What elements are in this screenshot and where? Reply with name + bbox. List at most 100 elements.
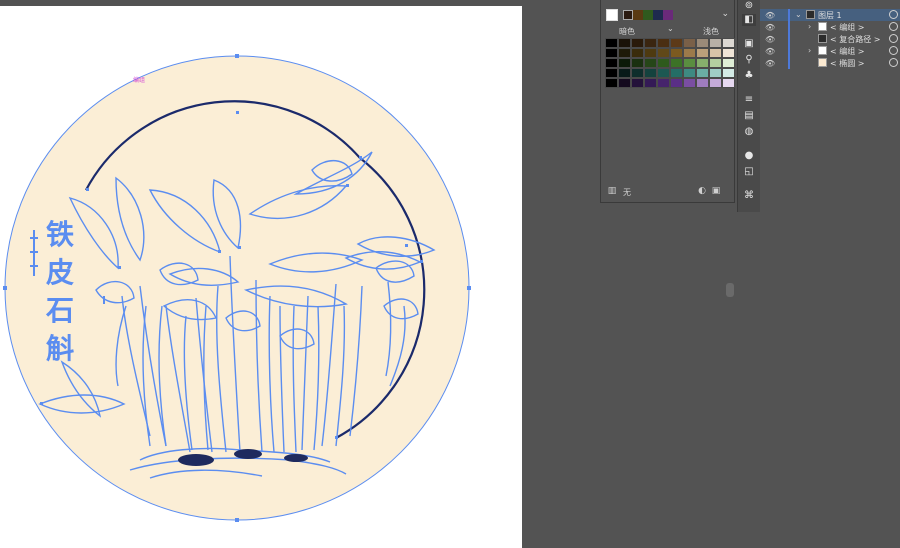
- canvas-area[interactable]: 编组 铁 皮 石 斛: [0, 0, 598, 548]
- target-circle-icon[interactable]: [889, 22, 898, 31]
- header-chip-1[interactable]: [623, 10, 633, 20]
- swatch-cell[interactable]: [644, 68, 657, 78]
- swatch-cell[interactable]: [644, 38, 657, 48]
- swatch-cell[interactable]: [605, 78, 618, 88]
- artwork-svg[interactable]: 编组 铁 皮 石 斛: [0, 6, 522, 548]
- swatch-cell[interactable]: [657, 78, 670, 88]
- header-chip-5[interactable]: [663, 10, 673, 20]
- header-chip-4[interactable]: [653, 10, 663, 20]
- swatch-cell[interactable]: [631, 58, 644, 68]
- header-chip-3[interactable]: [643, 10, 653, 20]
- swatch-cell[interactable]: [696, 68, 709, 78]
- pathfinder-icon[interactable]: ◍: [742, 126, 756, 138]
- visibility-eye-icon[interactable]: 👁: [765, 59, 775, 68]
- swatch-cell[interactable]: [709, 58, 722, 68]
- vertical-scrollbar-thumb[interactable]: [726, 283, 734, 297]
- swatch-cell[interactable]: [683, 78, 696, 88]
- swatch-cell[interactable]: [683, 38, 696, 48]
- swatch-libraries-icon[interactable]: ▥: [607, 186, 617, 196]
- swatch-cell[interactable]: [696, 58, 709, 68]
- chevron-down-icon[interactable]: ⌄: [795, 10, 802, 19]
- image-trace-icon[interactable]: ▣: [742, 38, 756, 50]
- transparency-icon[interactable]: ▤: [742, 110, 756, 122]
- swatch-cell[interactable]: [722, 38, 735, 48]
- swatch-cell[interactable]: [657, 58, 670, 68]
- swatch-cell[interactable]: [709, 78, 722, 88]
- layer-thumbnail: [818, 34, 827, 43]
- align-icon[interactable]: ≡: [742, 94, 756, 106]
- swatch-cell[interactable]: [605, 48, 618, 58]
- target-circle-icon[interactable]: [889, 10, 898, 19]
- layer-name: 图层 1: [818, 11, 842, 20]
- layer-row-group2[interactable]: 👁 › < 编组 >: [760, 45, 900, 57]
- swatch-cell[interactable]: [644, 48, 657, 58]
- swatch-cell[interactable]: [709, 48, 722, 58]
- swatch-cell[interactable]: [722, 48, 735, 58]
- swatch-cell[interactable]: [657, 68, 670, 78]
- swatch-cell[interactable]: [644, 58, 657, 68]
- swatch-cell[interactable]: [618, 68, 631, 78]
- swatch-cell[interactable]: [618, 48, 631, 58]
- layer-row-compound-path[interactable]: 👁 < 复合路径 >: [760, 33, 900, 45]
- swatch-cell[interactable]: [670, 78, 683, 88]
- swatch-cell[interactable]: [631, 38, 644, 48]
- swatch-cell[interactable]: [683, 68, 696, 78]
- swatch-cell[interactable]: [722, 68, 735, 78]
- layer-row-ellipse[interactable]: 👁 < 椭圆 >: [760, 57, 900, 69]
- swatch-cell[interactable]: [670, 58, 683, 68]
- fill-stroke-chip[interactable]: [606, 9, 618, 21]
- layer-row-group1[interactable]: 👁 › < 编组 >: [760, 21, 900, 33]
- layer-row-layer1[interactable]: 👁 ⌄ 图层 1: [760, 9, 900, 21]
- visibility-eye-icon[interactable]: 👁: [765, 35, 775, 44]
- swatch-cell[interactable]: [683, 58, 696, 68]
- club-symbol-icon[interactable]: ♣: [742, 70, 756, 82]
- swatch-cell[interactable]: [696, 78, 709, 88]
- swatch-cell[interactable]: [631, 78, 644, 88]
- properties-icon[interactable]: ⊚: [742, 0, 756, 12]
- swatch-cell[interactable]: [722, 78, 735, 88]
- new-swatch-icon[interactable]: ◐: [697, 186, 707, 196]
- visibility-eye-icon[interactable]: 👁: [765, 11, 775, 20]
- swatch-cell[interactable]: [722, 58, 735, 68]
- layer-name: < 编组 >: [830, 47, 865, 56]
- swatch-cell[interactable]: [605, 58, 618, 68]
- swatch-cell[interactable]: [683, 48, 696, 58]
- gradient-icon[interactable]: ◧: [742, 14, 756, 26]
- swatch-cell[interactable]: [618, 78, 631, 88]
- swatch-cell[interactable]: [657, 48, 670, 58]
- swatch-cell[interactable]: [709, 38, 722, 48]
- target-circle-icon[interactable]: [889, 34, 898, 43]
- swatch-cell[interactable]: [618, 58, 631, 68]
- chevron-right-icon[interactable]: ›: [808, 22, 811, 31]
- color-guide-icon[interactable]: ●: [742, 150, 756, 162]
- swatch-dropdown-icon[interactable]: ⌄: [721, 9, 729, 19]
- swatch-cell[interactable]: [670, 38, 683, 48]
- shade-arrow-icon: ⌄: [667, 24, 674, 33]
- layer-thumbnail: [818, 22, 827, 31]
- layer-name: < 编组 >: [830, 23, 865, 32]
- delete-swatch-icon[interactable]: ▣: [711, 186, 721, 196]
- header-chip-2[interactable]: [633, 10, 643, 20]
- export-icon[interactable]: ◱: [742, 166, 756, 178]
- artboard[interactable]: 编组 铁 皮 石 斛: [0, 6, 522, 548]
- swatch-cell[interactable]: [631, 68, 644, 78]
- swatch-cell[interactable]: [618, 38, 631, 48]
- swatch-cell[interactable]: [657, 38, 670, 48]
- target-circle-icon[interactable]: [889, 46, 898, 55]
- swatch-cell[interactable]: [670, 48, 683, 58]
- target-circle-icon[interactable]: [889, 58, 898, 67]
- swatch-cell[interactable]: [696, 48, 709, 58]
- libraries-icon[interactable]: ⌘: [742, 190, 756, 202]
- layer-name: < 复合路径 >: [830, 35, 881, 44]
- swatch-cell[interactable]: [644, 78, 657, 88]
- swatch-cell[interactable]: [696, 38, 709, 48]
- visibility-eye-icon[interactable]: 👁: [765, 23, 775, 32]
- visibility-eye-icon[interactable]: 👁: [765, 47, 775, 56]
- swatch-cell[interactable]: [605, 38, 618, 48]
- swatch-cell[interactable]: [605, 68, 618, 78]
- swatch-cell[interactable]: [670, 68, 683, 78]
- swatch-cell[interactable]: [709, 68, 722, 78]
- puppet-icon[interactable]: ⚲: [742, 54, 756, 66]
- swatch-cell[interactable]: [631, 48, 644, 58]
- chevron-right-icon[interactable]: ›: [808, 46, 811, 55]
